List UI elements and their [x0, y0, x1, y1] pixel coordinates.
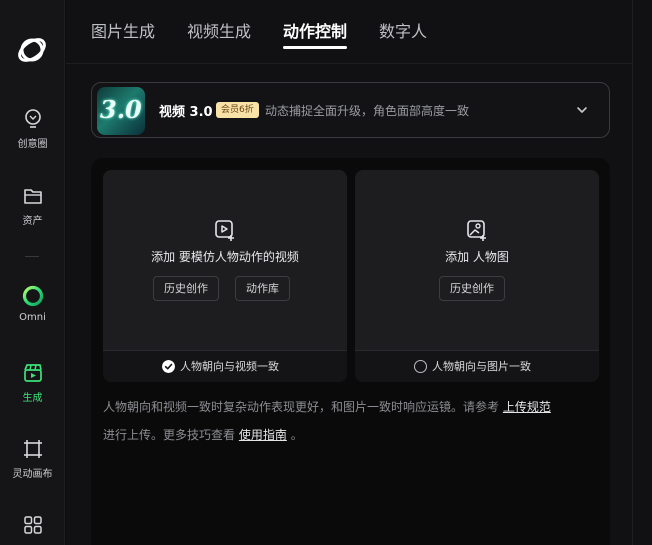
bulb-icon — [24, 109, 41, 128]
upload-video-card[interactable]: 添加 要模仿人物动作的视频 历史创作 动作库 人物朝向与视频一致 — [103, 170, 347, 382]
main-panel: 3.0 视频 3.0 会员6折 动态捕捉全面升级，角色面部高度一致 添加 要模仿… — [66, 64, 632, 545]
sidebar-item-label: 生成 — [22, 393, 43, 404]
sidebar-item-label: 创意圈 — [17, 139, 48, 150]
omni-ring-icon — [22, 285, 43, 307]
model-description: 动态捕捉全面升级，角色面部高度一致 — [265, 104, 470, 118]
model-selector[interactable]: 3.0 视频 3.0 会员6折 动态捕捉全面升级，角色面部高度一致 — [91, 82, 610, 138]
sidebar-item-omni[interactable]: Omni — [0, 285, 65, 323]
active-tab-indicator — [283, 46, 347, 49]
clapper-icon — [23, 364, 42, 382]
sidebar-divider — [25, 256, 39, 257]
image-add-icon — [467, 220, 486, 241]
tab-image-generation[interactable]: 图片生成 — [91, 18, 155, 42]
top-tab-bar: 图片生成 视频生成 动作控制 数字人 — [66, 0, 632, 64]
tab-digital-human[interactable]: 数字人 — [379, 18, 427, 42]
history-creation-button[interactable]: 历史创作 — [439, 276, 505, 301]
tab-motion-control[interactable]: 动作控制 — [283, 18, 347, 42]
motion-library-button[interactable]: 动作库 — [235, 276, 290, 301]
sidebar-item-apps[interactable] — [0, 514, 65, 536]
user-guide-link[interactable]: 使用指南 — [239, 428, 287, 442]
sidebar-item-label: 灵动画布 — [12, 469, 53, 480]
right-panel-edge — [632, 0, 652, 545]
sidebar-item-label: Omni — [19, 312, 46, 323]
app-logo-icon[interactable] — [14, 32, 50, 68]
app-root: 创意圈 资产 Omni 生成 灵动画布 图片生成 视频生成 动作控制 数字人 3… — [0, 0, 652, 545]
video-add-icon — [215, 220, 234, 241]
radio-checked-icon[interactable] — [162, 360, 175, 373]
model-thumbnail: 3.0 — [97, 87, 145, 135]
member-discount-badge: 会员6折 — [216, 102, 259, 118]
grid-apps-icon — [23, 516, 42, 534]
tab-video-generation[interactable]: 视频生成 — [187, 18, 251, 42]
sidebar-item-canvas[interactable]: 灵动画布 — [0, 438, 65, 480]
upload-spec-link[interactable]: 上传规范 — [503, 400, 551, 414]
chevron-down-icon[interactable] — [575, 103, 589, 117]
radio-unchecked-icon[interactable] — [414, 360, 427, 373]
orientation-label: 人物朝向与图片一致 — [432, 360, 531, 373]
sidebar-item-generate[interactable]: 生成 — [0, 362, 65, 404]
orientation-label: 人物朝向与视频一致 — [180, 360, 279, 373]
upload-area: 添加 要模仿人物动作的视频 历史创作 动作库 人物朝向与视频一致 添加 人物图 … — [91, 158, 610, 545]
sidebar: 创意圈 资产 Omni 生成 灵动画布 — [0, 0, 65, 545]
sidebar-item-label: 资产 — [22, 216, 43, 227]
sidebar-item-assets[interactable]: 资产 — [0, 185, 65, 227]
sidebar-item-creative[interactable]: 创意圈 — [0, 108, 65, 150]
history-creation-button[interactable]: 历史创作 — [153, 276, 219, 301]
upload-image-card[interactable]: 添加 人物图 历史创作 人物朝向与图片一致 — [355, 170, 599, 382]
orientation-option-image[interactable]: 人物朝向与图片一致 — [355, 350, 599, 382]
hint-line-1: 人物朝向和视频一致时复杂动作表现更好，和图片一致时响应运镜。请参考 上传规范 — [103, 400, 551, 414]
upload-video-title: 添加 要模仿人物动作的视频 — [151, 250, 299, 264]
upload-image-title: 添加 人物图 — [445, 250, 509, 264]
canvas-frame-icon — [23, 440, 42, 458]
hint-line-2: 进行上传。更多技巧查看 使用指南 。 — [103, 428, 303, 442]
orientation-option-video[interactable]: 人物朝向与视频一致 — [103, 350, 347, 382]
folder-icon — [23, 189, 42, 204]
model-name: 视频 3.0 — [159, 105, 213, 120]
